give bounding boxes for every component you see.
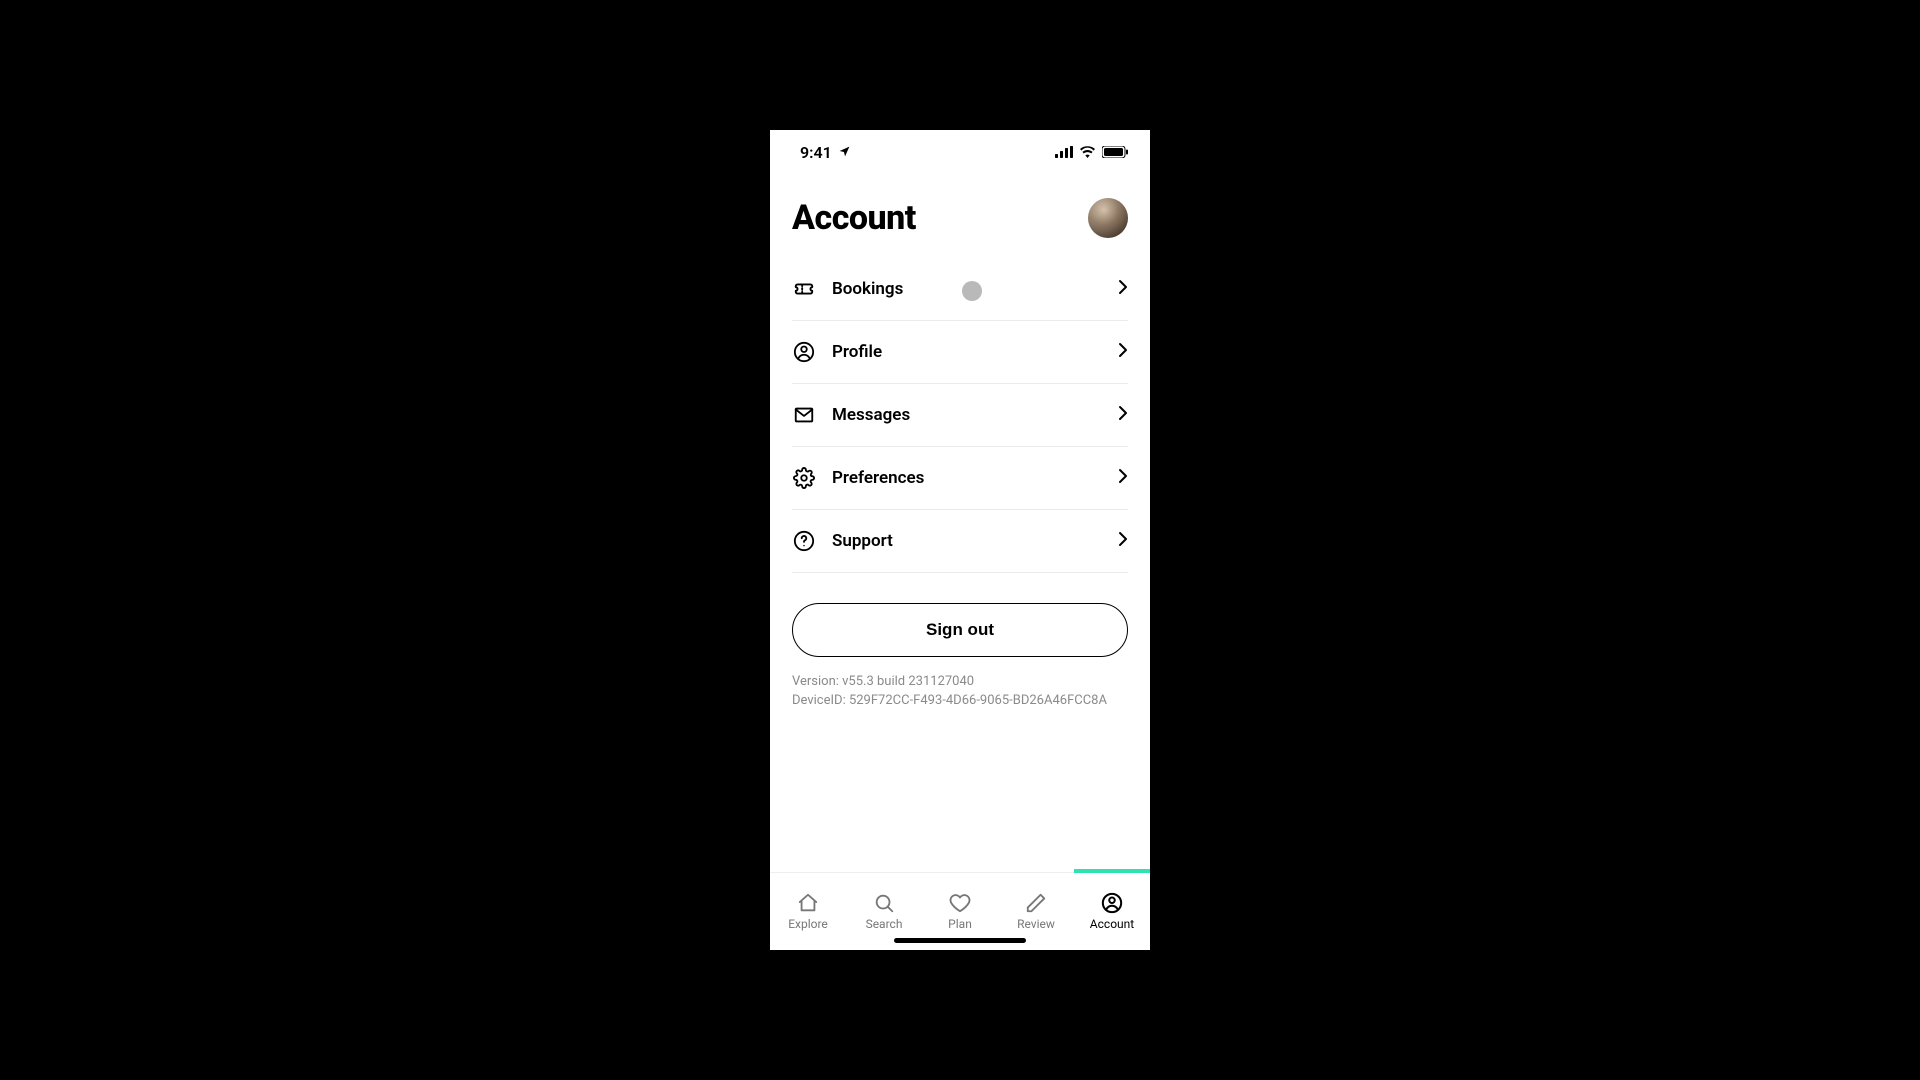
tab-label: Account: [1090, 917, 1134, 931]
page-title: Account: [792, 198, 916, 238]
status-time: 9:41: [800, 143, 832, 162]
chevron-right-icon: [1118, 405, 1128, 425]
person-circle-icon: [1101, 892, 1123, 914]
chevron-right-icon: [1118, 531, 1128, 551]
signout-button[interactable]: Sign out: [792, 603, 1128, 657]
tab-label: Search: [866, 917, 903, 931]
tab-label: Plan: [948, 917, 972, 931]
chevron-right-icon: [1118, 279, 1128, 299]
battery-icon: [1102, 146, 1128, 158]
tab-accent-bar: [1074, 869, 1150, 873]
menu-item-label: Support: [832, 531, 1118, 551]
menu-item-label: Messages: [832, 405, 1118, 425]
app-meta: Version: v55.3 build 231127040 DeviceID:…: [770, 671, 1150, 713]
ticket-icon: [792, 277, 816, 301]
home-indicator: [894, 938, 1026, 943]
menu-item-label: Profile: [832, 342, 1118, 362]
menu-item-label: Preferences: [832, 468, 1118, 488]
status-right: [1055, 146, 1128, 158]
menu-item-profile[interactable]: Profile: [792, 321, 1128, 384]
gear-icon: [792, 466, 816, 490]
tab-bar: Explore Search Plan Review Account: [770, 872, 1150, 950]
search-icon: [873, 892, 895, 914]
person-circle-icon: [792, 340, 816, 364]
version-text: Version: v55.3 build 231127040: [792, 673, 1128, 692]
chevron-right-icon: [1118, 342, 1128, 362]
chevron-right-icon: [1118, 468, 1128, 488]
tab-label: Explore: [788, 917, 828, 931]
account-menu: Bookings Profile Messages: [770, 250, 1150, 573]
location-arrow-icon: [838, 143, 851, 162]
status-bar: 9:41: [770, 130, 1150, 174]
menu-item-support[interactable]: Support: [792, 510, 1128, 573]
home-icon: [797, 892, 819, 914]
tab-account[interactable]: Account: [1074, 873, 1150, 950]
tab-explore[interactable]: Explore: [770, 873, 846, 950]
touch-indicator-dot: [962, 281, 982, 301]
signout-section: Sign out: [770, 573, 1150, 671]
help-circle-icon: [792, 529, 816, 553]
avatar[interactable]: [1088, 198, 1128, 238]
pencil-icon: [1025, 892, 1047, 914]
phone-frame: 9:41: [770, 130, 1150, 950]
page-header: Account: [770, 174, 1150, 250]
cellular-icon: [1055, 146, 1073, 158]
envelope-icon: [792, 403, 816, 427]
menu-item-messages[interactable]: Messages: [792, 384, 1128, 447]
menu-item-preferences[interactable]: Preferences: [792, 447, 1128, 510]
tab-label: Review: [1017, 917, 1055, 931]
wifi-icon: [1079, 146, 1096, 158]
heart-icon: [949, 892, 971, 914]
status-left: 9:41: [800, 143, 851, 162]
device-id-text: DeviceID: 529F72CC-F493-4D66-9065-BD26A4…: [792, 692, 1128, 711]
menu-item-bookings[interactable]: Bookings: [792, 258, 1128, 321]
